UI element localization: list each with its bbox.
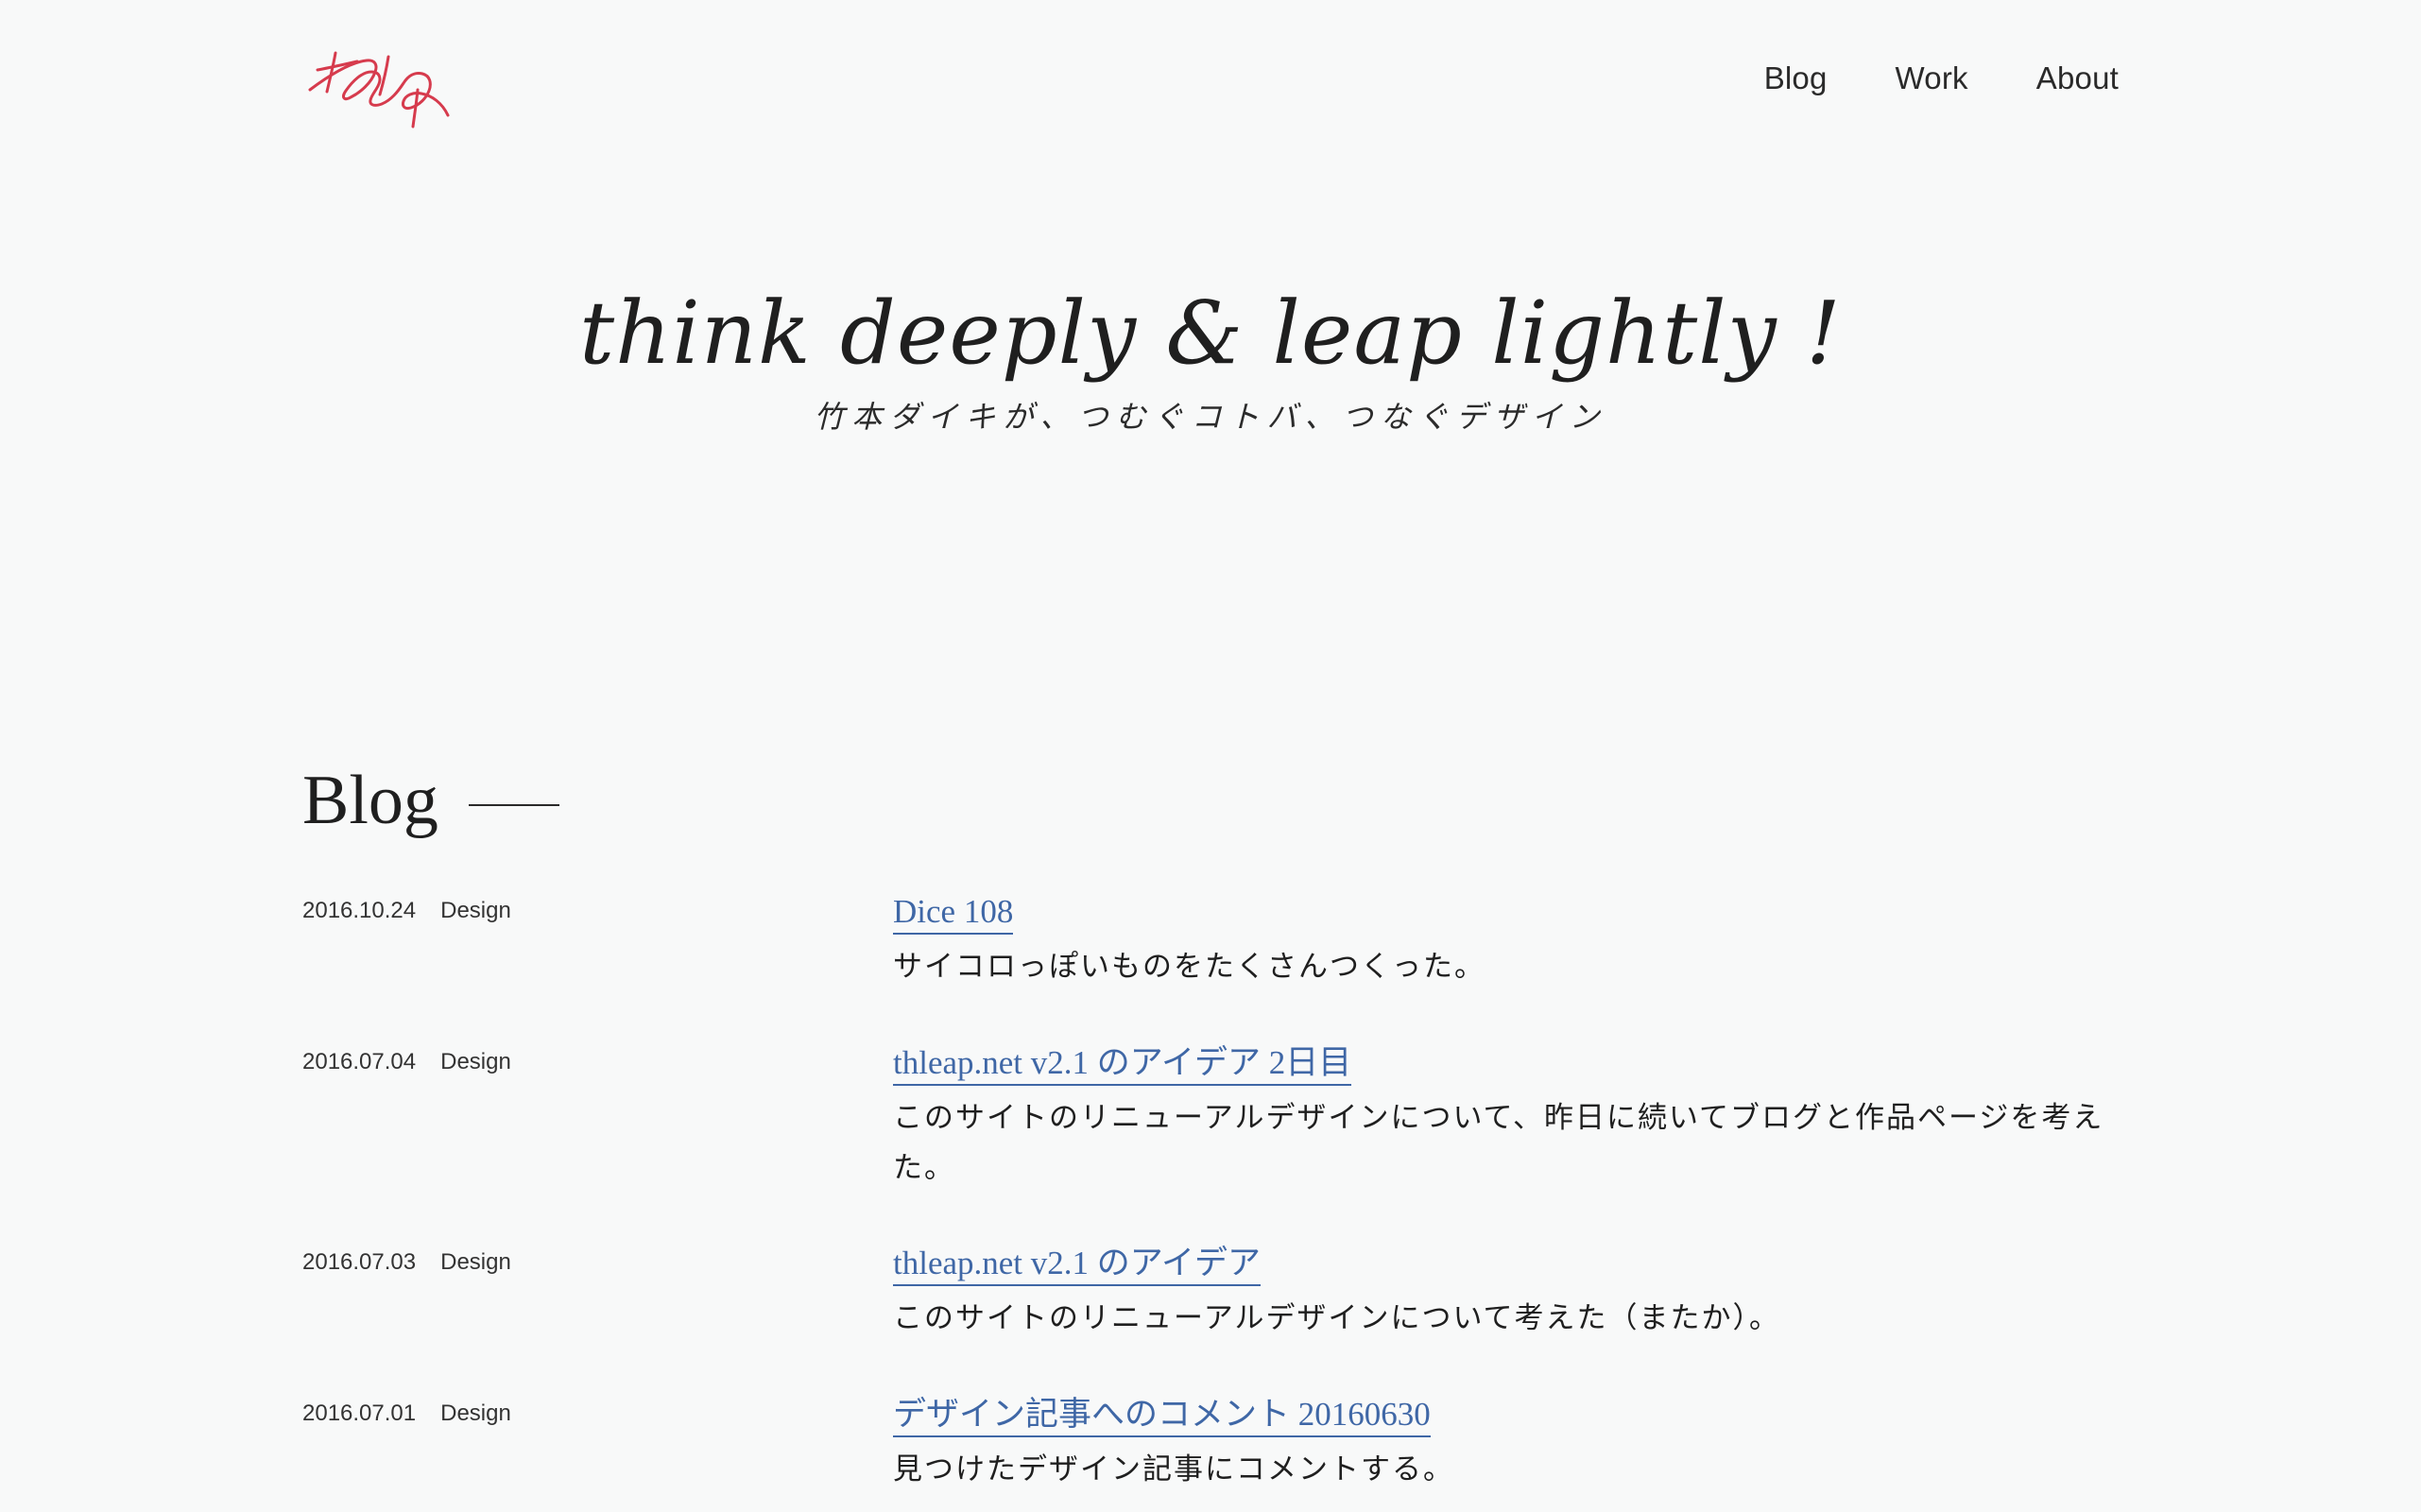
post-title-link[interactable]: デザイン記事へのコメント 20160630 xyxy=(893,1395,1431,1437)
post-body: デザイン記事へのコメント 20160630 見つけたデザイン記事にコメントする。 xyxy=(893,1395,2112,1495)
post-meta: 2016.07.01 Design xyxy=(302,1400,511,1427)
post-category: Design xyxy=(440,1400,511,1426)
blog-heading-group: Blog xyxy=(302,765,2117,835)
post-body: Dice 108 サイコロっぽいものをたくさんつくった。 xyxy=(893,892,2112,992)
post-category: Design xyxy=(440,1049,511,1074)
post-body: thleap.net v2.1 のアイデア このサイトのリニューアルデザインにつ… xyxy=(893,1244,2112,1344)
post-date: 2016.07.01 xyxy=(302,1400,417,1426)
post-category: Design xyxy=(440,1248,511,1275)
site-logo-link[interactable]: thleap xyxy=(300,38,461,132)
blog-post-dice-108: 2016.10.24 Design Dice 108 サイコロっぽいものをたくさ… xyxy=(302,892,2117,994)
post-date: 2016.07.04 xyxy=(302,1049,417,1074)
post-body: thleap.net v2.1 のアイデア 2日目 このサイトのリニューアルデザ… xyxy=(893,1043,2112,1194)
blog-post-design-comment: 2016.07.01 Design デザイン記事へのコメント 20160630 … xyxy=(302,1395,2117,1497)
post-meta: 2016.07.03 Design xyxy=(302,1249,511,1276)
site-logo xyxy=(308,51,450,129)
post-excerpt: 見つけたデザイン記事にコメントする。 xyxy=(893,1452,1454,1486)
nav-item-work[interactable]: Work xyxy=(1896,60,1968,96)
hero-title: think deeply & leap lightly ! xyxy=(579,283,1842,384)
main-navigation: Blog Work About xyxy=(1764,60,2119,96)
post-meta: 2016.10.24 Design xyxy=(302,898,511,924)
blog-post-thleap-v21-day2: 2016.07.04 Design thleap.net v2.1 のアイデア … xyxy=(302,1043,2117,1194)
blog-section: Blog 2016.10.24 Design Dice 108 サイコロっぽいも… xyxy=(302,765,2117,1497)
nav-item-about[interactable]: About xyxy=(2036,60,2119,96)
nav-item-blog[interactable]: Blog xyxy=(1764,60,1828,96)
blog-heading-rule xyxy=(468,804,559,806)
post-title-link[interactable]: thleap.net v2.1 のアイデア 2日目 xyxy=(893,1043,1352,1086)
post-excerpt: このサイトのリニューアルデザインについて考えた（またか）。 xyxy=(893,1300,1781,1335)
hero-section: think deeply & leap lightly ! 竹本ダイキが、つむぐ… xyxy=(0,284,2421,437)
site-header: thleap Blog Work About xyxy=(0,0,2421,161)
post-date: 2016.10.24 xyxy=(302,898,417,923)
blog-heading: Blog xyxy=(302,762,438,839)
post-date: 2016.07.03 xyxy=(302,1248,417,1275)
post-category: Design xyxy=(440,898,511,923)
post-excerpt: サイコロっぽいものをたくさんつくった。 xyxy=(893,950,1485,984)
post-title-link[interactable]: Dice 108 xyxy=(893,892,1014,935)
post-title-link[interactable]: thleap.net v2.1 のアイデア xyxy=(893,1244,1262,1286)
post-meta: 2016.07.04 Design xyxy=(302,1049,511,1075)
blog-post-thleap-v21: 2016.07.03 Design thleap.net v2.1 のアイデア … xyxy=(302,1244,2117,1346)
post-excerpt: このサイトのリニューアルデザインについて、昨日に続いてブログと作品ページを考えた… xyxy=(893,1101,2104,1186)
hero-subtitle: 竹本ダイキが、つむぐコトバ、つなぐデザイン xyxy=(814,398,1607,435)
